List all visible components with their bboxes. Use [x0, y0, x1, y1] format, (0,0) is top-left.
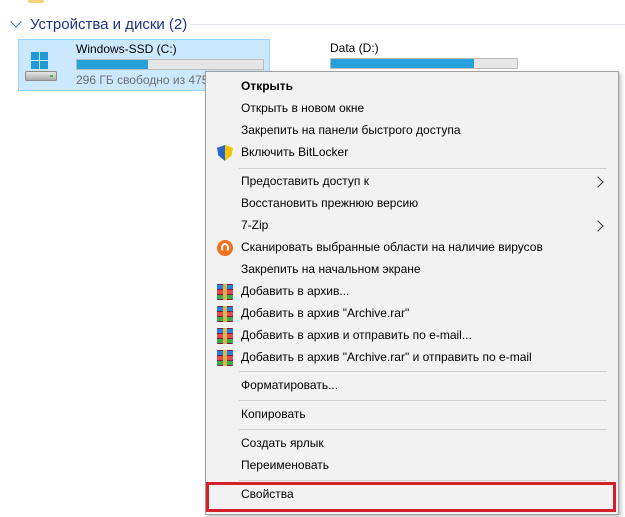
- winrar-icon: [217, 350, 233, 366]
- hard-drive-icon: [25, 71, 57, 81]
- drive-usage-fill: [77, 60, 148, 69]
- chevron-right-icon: [592, 176, 604, 188]
- menu-item-label: Добавить в архив...: [241, 284, 350, 298]
- menu-item-label: Закрепить на начальном экране: [241, 262, 421, 276]
- menu-item-label: Закрепить на панели быстрого доступа: [241, 123, 461, 137]
- menu-separator: [239, 429, 607, 430]
- menu-item-rename[interactable]: Переименовать: [208, 455, 616, 477]
- group-title: Устройства и диски (2): [30, 15, 188, 33]
- folder-icon-partial: [28, 0, 44, 3]
- menu-item-label: 7-Zip: [241, 218, 269, 232]
- menu-item-label: Переименовать: [241, 458, 329, 472]
- windows-drive-icon: [25, 52, 59, 82]
- winrar-icon: [217, 284, 233, 300]
- winrar-icon: [217, 306, 233, 322]
- menu-item-create-shortcut[interactable]: Создать ярлык: [208, 433, 616, 455]
- winrar-icon: [217, 328, 233, 344]
- menu-item-label: Копировать: [241, 407, 306, 421]
- drive-name: Data (D:): [330, 41, 379, 55]
- menu-item-7zip[interactable]: 7-Zip: [208, 215, 616, 237]
- menu-item-copy[interactable]: Копировать: [208, 404, 616, 426]
- menu-item-add-archive-rar[interactable]: Добавить в архив "Archive.rar": [208, 303, 616, 325]
- menu-item-pin-start[interactable]: Закрепить на начальном экране: [208, 259, 616, 281]
- menu-item-pin-quick-access[interactable]: Закрепить на панели быстрого доступа: [208, 120, 616, 142]
- menu-item-open[interactable]: Открыть: [208, 76, 616, 98]
- menu-item-label: Предоставить доступ к: [241, 174, 369, 188]
- menu-item-add-archive[interactable]: Добавить в архив...: [208, 281, 616, 303]
- menu-item-format[interactable]: Форматировать...: [208, 375, 616, 397]
- menu-item-label: Восстановить прежнюю версию: [241, 196, 419, 210]
- menu-item-label: Включить BitLocker: [241, 145, 349, 159]
- menu-separator: [239, 480, 607, 481]
- chevron-right-icon: [592, 220, 604, 232]
- menu-separator: [239, 400, 607, 401]
- menu-item-scan-viruses[interactable]: Сканировать выбранные области на наличие…: [208, 237, 616, 259]
- menu-item-add-archive-rar-email[interactable]: Добавить в архив "Archive.rar" и отправи…: [208, 347, 616, 369]
- menu-item-share[interactable]: Предоставить доступ к: [208, 171, 616, 193]
- drive-usage-fill: [331, 59, 475, 68]
- menu-separator: [239, 168, 607, 169]
- menu-item-open-new-window[interactable]: Открыть в новом окне: [208, 98, 616, 120]
- menu-item-label: Добавить в архив и отправить по e-mail..…: [241, 328, 472, 342]
- context-menu: Открыть Открыть в новом окне Закрепить н…: [205, 71, 619, 515]
- menu-item-label: Добавить в архив "Archive.rar" и отправи…: [241, 350, 532, 364]
- menu-item-label: Добавить в архив "Archive.rar": [241, 306, 410, 320]
- menu-item-label: Сканировать выбранные области на наличие…: [241, 240, 543, 254]
- drive-usage-bar: [330, 58, 518, 69]
- menu-item-label: Открыть: [241, 79, 294, 93]
- devices-group-header[interactable]: Устройства и диски (2): [10, 14, 187, 34]
- menu-item-label: Создать ярлык: [241, 436, 324, 450]
- group-divider: [190, 24, 625, 25]
- drive-free-space: 296 ГБ свободно из 475 ГБ: [76, 73, 224, 87]
- menu-item-restore-version[interactable]: Восстановить прежнюю версию: [208, 193, 616, 215]
- menu-separator: [239, 371, 607, 372]
- menu-item-add-archive-email[interactable]: Добавить в архив и отправить по e-mail..…: [208, 325, 616, 347]
- menu-item-bitlocker[interactable]: Включить BitLocker: [208, 142, 616, 164]
- avast-icon: [217, 240, 233, 256]
- chevron-down-icon[interactable]: [10, 15, 22, 28]
- menu-item-label: Открыть в новом окне: [241, 101, 365, 115]
- shield-icon: [217, 145, 233, 161]
- drive-name: Windows-SSD (C:): [76, 42, 177, 56]
- windows-logo-icon: [31, 52, 49, 70]
- drive-usage-bar: [76, 59, 264, 70]
- properties-highlight-box: [206, 482, 616, 512]
- menu-item-label: Форматировать...: [241, 378, 339, 392]
